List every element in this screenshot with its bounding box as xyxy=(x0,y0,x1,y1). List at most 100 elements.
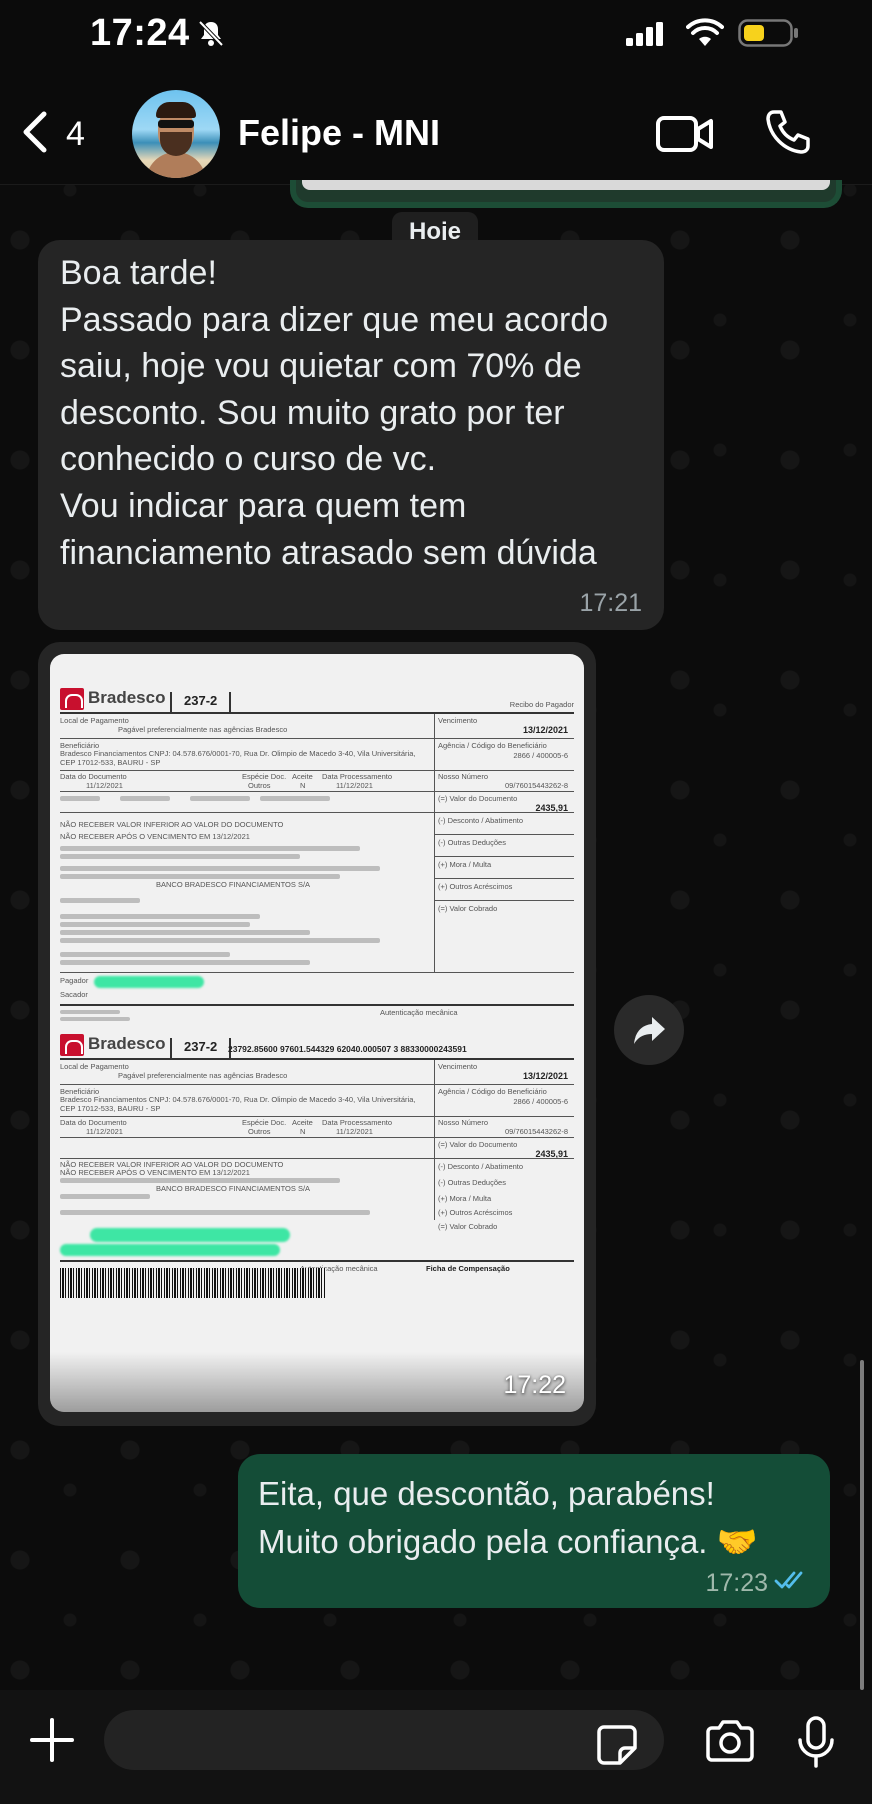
message-text: Eita, que descontão, parabéns! Muito obr… xyxy=(258,1475,758,1560)
aceite-label: Aceite xyxy=(292,1118,313,1127)
boleto-ficha: Bradesco 237-2 23792.85600 97601.544329 … xyxy=(60,1032,574,1298)
scrollbar[interactable] xyxy=(860,1360,864,1690)
boleto-image[interactable]: Bradesco 237-2 Recibo do Pagador Local d… xyxy=(50,654,584,1412)
bradesco-logo-icon xyxy=(60,1034,84,1056)
valor-label: (=) Valor do Documento xyxy=(438,1140,518,1149)
notice-2: NÃO RECEBER APÓS O VENCIMENTO EM 13/12/2… xyxy=(60,832,250,841)
previous-image-message[interactable] xyxy=(290,180,842,208)
processamento-value: 11/12/2021 xyxy=(336,781,373,790)
bank-brand: Bradesco xyxy=(88,1034,166,1053)
beneficiario-value: Bradesco Financiamentos CNPJ: 04.578.676… xyxy=(60,1095,416,1113)
nosso-numero-value: 09/76015443262-8 xyxy=(505,781,568,790)
agencia-label: Agência / Código do Beneficiário xyxy=(438,741,547,750)
signal-icon xyxy=(626,22,666,51)
redacted-name xyxy=(94,976,204,988)
message-time: 17:23 xyxy=(705,1569,768,1597)
mic-icon[interactable] xyxy=(796,1716,836,1773)
vencimento-label: Vencimento xyxy=(438,1062,478,1071)
bank-code: 237-2 xyxy=(170,692,232,712)
status-time: 17:24 xyxy=(90,12,190,54)
linha-digitavel: 23792.85600 97601.544329 62040.000507 3 … xyxy=(228,1044,467,1054)
local-value: Pagável preferencialmente nas agências B… xyxy=(118,1071,288,1080)
notice-2: NÃO RECEBER APÓS O VENCIMENTO EM 13/12/2… xyxy=(60,1168,250,1177)
boleto-recibo: Bradesco 237-2 Recibo do Pagador Local d… xyxy=(60,686,574,1026)
mora-label: (+) Mora / Multa xyxy=(438,1194,492,1203)
image-message-time: 17:22 xyxy=(503,1371,566,1399)
nosso-numero-label: Nosso Número xyxy=(438,772,489,781)
data-doc-label: Data do Documento xyxy=(60,1118,127,1127)
agencia-value: 2866 / 400005-6 xyxy=(513,1097,568,1106)
phone-icon[interactable] xyxy=(764,108,812,161)
especie-label: Espécie Doc. xyxy=(242,1118,287,1127)
composer-bar xyxy=(0,1690,872,1804)
acrescimos-label: (+) Outros Acréscimos xyxy=(438,882,513,891)
sticker-icon[interactable] xyxy=(596,1724,638,1771)
avatar[interactable] xyxy=(132,90,220,178)
forward-button[interactable] xyxy=(614,995,684,1065)
especie-label: Espécie Doc. xyxy=(242,772,287,781)
bank-brand: Bradesco xyxy=(88,688,166,707)
mora-label: (+) Mora / Multa xyxy=(438,860,492,869)
sacador-label: Sacador xyxy=(60,990,88,999)
recibo-label: Recibo do Pagador xyxy=(509,700,574,709)
video-call-icon[interactable] xyxy=(656,114,714,159)
redacted-name xyxy=(60,1244,280,1256)
vencimento-label: Vencimento xyxy=(438,716,478,725)
camera-icon[interactable] xyxy=(704,1720,756,1767)
autenticacao-label: Autenticação mecânica xyxy=(380,1008,458,1017)
data-doc-value: 11/12/2021 xyxy=(86,781,123,790)
processamento-label: Data Processamento xyxy=(322,1118,393,1127)
data-doc-label: Data do Documento xyxy=(60,772,127,781)
ficha-label: Ficha de Compensação xyxy=(426,1264,510,1273)
acrescimos-label: (+) Outros Acréscimos xyxy=(438,1208,513,1217)
notice-1: NÃO RECEBER VALOR INFERIOR AO VALOR DO D… xyxy=(60,820,284,829)
vencimento-value: 13/12/2021 xyxy=(522,725,568,735)
chat-header: 4 Felipe - MNI xyxy=(0,64,872,185)
bank-code: 237-2 xyxy=(170,1038,232,1058)
aceite-label: Aceite xyxy=(292,772,313,781)
battery-icon xyxy=(738,18,800,53)
back-chevron-icon xyxy=(18,110,50,159)
pagador-label: Pagador xyxy=(60,976,89,985)
valor-label: (=) Valor do Documento xyxy=(438,794,518,803)
bell-slash-icon xyxy=(196,18,226,53)
deducoes-label: (-) Outras Deduções xyxy=(438,838,506,847)
beneficiario-value: Bradesco Financiamentos CNPJ: 04.578.676… xyxy=(60,749,416,767)
descontos-label: (-) Desconto / Abatimento xyxy=(438,1162,524,1171)
descontos-label: (-) Desconto / Abatimento xyxy=(438,816,524,825)
status-bar: 17:24 xyxy=(0,0,872,64)
image-message[interactable]: Bradesco 237-2 Recibo do Pagador Local d… xyxy=(38,642,596,1426)
agencia-value: 2866 / 400005-6 xyxy=(513,751,568,760)
valor-cobrado-label: (=) Valor Cobrado xyxy=(438,904,498,913)
outgoing-message[interactable]: Eita, que descontão, parabéns! Muito obr… xyxy=(238,1454,830,1608)
banco-label: BANCO BRADESCO FINANCIAMENTOS S/A xyxy=(156,1184,311,1193)
especie-value: Outros xyxy=(248,781,271,790)
nosso-numero-value: 09/76015443262-8 xyxy=(505,1127,568,1136)
nosso-numero-label: Nosso Número xyxy=(438,1118,489,1127)
banco-label: BANCO BRADESCO FINANCIAMENTOS S/A xyxy=(156,880,311,889)
data-doc-value: 11/12/2021 xyxy=(86,1127,123,1136)
local-label: Local de Pagamento xyxy=(60,1062,129,1071)
valor-cobrado-label: (=) Valor Cobrado xyxy=(438,1222,498,1231)
aceite-value: N xyxy=(300,1127,306,1136)
unread-count: 4 xyxy=(66,115,85,153)
incoming-message[interactable]: Boa tarde! Passado para dizer que meu ac… xyxy=(38,240,664,630)
processamento-value: 11/12/2021 xyxy=(336,1127,373,1136)
processamento-label: Data Processamento xyxy=(322,772,393,781)
message-meta: 17:23 xyxy=(705,1569,808,1598)
barcode xyxy=(60,1268,326,1298)
contact-name[interactable]: Felipe - MNI xyxy=(238,112,440,154)
read-ticks-icon xyxy=(768,1569,808,1598)
especie-value: Outros xyxy=(248,1127,271,1136)
plus-icon[interactable] xyxy=(30,1718,74,1767)
vencimento-value: 13/12/2021 xyxy=(522,1071,568,1081)
message-text: Boa tarde! Passado para dizer que meu ac… xyxy=(60,254,609,572)
deducoes-label: (-) Outras Deduções xyxy=(438,1178,506,1187)
wifi-icon xyxy=(686,18,724,53)
back-button[interactable]: 4 xyxy=(18,110,85,159)
local-value: Pagável preferencialmente nas agências B… xyxy=(118,725,288,734)
bradesco-logo-icon xyxy=(60,688,84,710)
message-time: 17:21 xyxy=(579,589,642,617)
message-input[interactable] xyxy=(104,1710,664,1770)
agencia-label: Agência / Código do Beneficiário xyxy=(438,1087,547,1096)
